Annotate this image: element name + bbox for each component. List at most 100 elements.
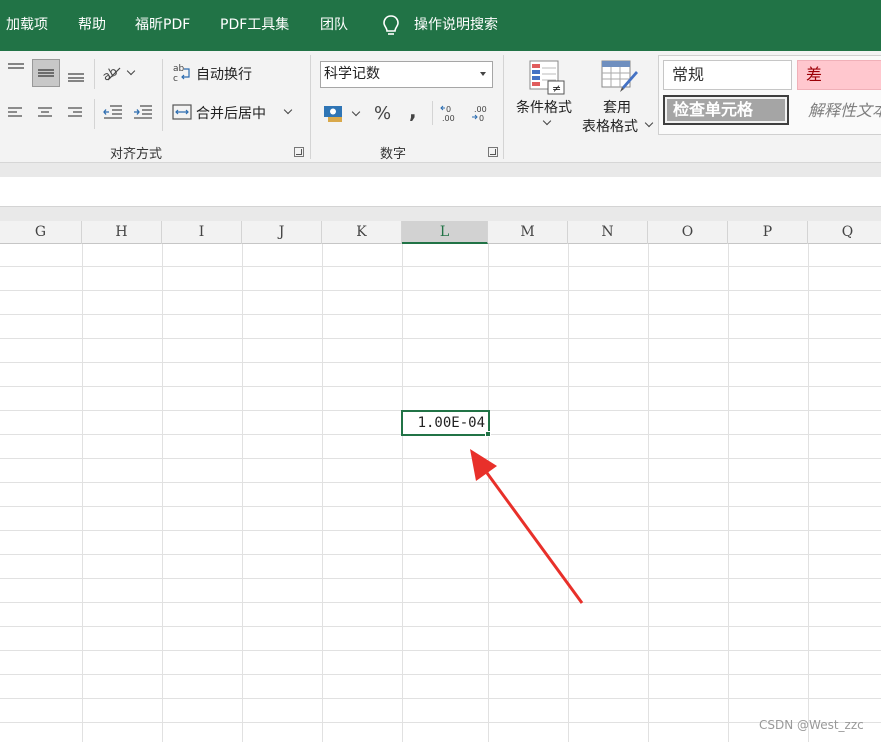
comma-style-button[interactable]: , bbox=[409, 99, 417, 123]
column-headers: G H I J K L M N O P Q bbox=[0, 221, 881, 244]
column-header-n[interactable]: N bbox=[568, 221, 648, 244]
menu-addins[interactable]: 加载项 bbox=[6, 15, 48, 35]
divider bbox=[94, 99, 95, 129]
column-gridline bbox=[488, 244, 489, 742]
lightbulb-icon[interactable] bbox=[380, 14, 402, 38]
conditional-formatting-button[interactable]: 条件格式 bbox=[516, 97, 572, 117]
format-as-table-dropdown-icon[interactable] bbox=[644, 118, 654, 128]
column-header-o[interactable]: O bbox=[648, 221, 728, 244]
column-header-g[interactable]: G bbox=[0, 221, 82, 244]
column-gridline bbox=[322, 244, 323, 742]
merge-center-icon[interactable] bbox=[172, 103, 192, 121]
increase-decimal-icon[interactable]: 0 .00 bbox=[440, 103, 462, 123]
tell-me-search[interactable]: 操作说明搜索 bbox=[414, 15, 498, 35]
column-header-l[interactable]: L bbox=[402, 221, 488, 244]
align-right-icon[interactable] bbox=[66, 105, 84, 119]
wrap-text-button[interactable]: 自动换行 bbox=[196, 64, 252, 84]
orientation-dropdown-icon[interactable] bbox=[126, 66, 136, 76]
menu-team[interactable]: 团队 bbox=[320, 15, 348, 35]
column-header-i[interactable]: I bbox=[162, 221, 242, 244]
merge-center-button[interactable]: 合并后居中 bbox=[196, 103, 266, 123]
row-gridline bbox=[0, 530, 881, 531]
row-gridline bbox=[0, 554, 881, 555]
accounting-dropdown-icon[interactable] bbox=[351, 107, 361, 117]
row-gridline bbox=[0, 386, 881, 387]
ribbon: ab ab c 自动换行 合并后居中 对齐方式 科学记数 % , 0 .00 .… bbox=[0, 51, 881, 163]
svg-text:.00: .00 bbox=[474, 105, 487, 114]
column-header-q[interactable]: Q bbox=[808, 221, 881, 244]
fill-handle[interactable] bbox=[485, 431, 491, 437]
merge-dropdown-icon[interactable] bbox=[283, 105, 293, 115]
column-gridline bbox=[568, 244, 569, 742]
number-dialog-launcher-icon[interactable] bbox=[488, 147, 498, 157]
style-check-cell[interactable]: 检查单元格 bbox=[663, 95, 789, 125]
dropdown-arrow-icon bbox=[480, 72, 486, 76]
svg-text:≠: ≠ bbox=[552, 82, 561, 95]
column-header-m[interactable]: M bbox=[488, 221, 568, 244]
row-gridline bbox=[0, 626, 881, 627]
row-gridline bbox=[0, 506, 881, 507]
format-as-table-icon[interactable] bbox=[600, 57, 640, 93]
column-gridline bbox=[82, 244, 83, 742]
menu-bar: 加载项 帮助 福昕PDF PDF工具集 团队 操作说明搜索 bbox=[0, 0, 881, 51]
watermark: CSDN @West_zzc bbox=[759, 718, 864, 732]
column-gridline bbox=[728, 244, 729, 742]
number-format-value: 科学记数 bbox=[324, 66, 380, 82]
divider bbox=[162, 59, 163, 131]
row-gridline bbox=[0, 698, 881, 699]
wrap-text-icon[interactable]: ab c bbox=[172, 63, 192, 83]
svg-text:ab: ab bbox=[173, 64, 185, 74]
active-cell[interactable]: 1.00E-04 bbox=[401, 410, 490, 436]
decrease-decimal-icon[interactable]: .00 0 bbox=[470, 103, 492, 123]
formula-gap bbox=[0, 207, 881, 221]
decrease-indent-icon[interactable] bbox=[102, 103, 124, 121]
format-as-table-button[interactable]: 表格格式 bbox=[582, 116, 638, 136]
style-normal[interactable]: 常规 bbox=[663, 60, 792, 90]
divider bbox=[432, 101, 433, 125]
align-bottom-icon[interactable] bbox=[66, 65, 86, 83]
svg-text:ab: ab bbox=[102, 64, 120, 83]
alignment-dialog-launcher-icon[interactable] bbox=[294, 147, 304, 157]
conditional-formatting-dropdown-icon[interactable] bbox=[542, 116, 552, 126]
divider bbox=[94, 59, 95, 89]
align-top-icon[interactable] bbox=[6, 61, 26, 77]
divider bbox=[503, 55, 504, 159]
svg-text:0: 0 bbox=[479, 114, 484, 123]
column-gridline bbox=[402, 244, 403, 742]
row-gridline bbox=[0, 602, 881, 603]
svg-text:0: 0 bbox=[446, 105, 451, 114]
increase-indent-icon[interactable] bbox=[132, 103, 154, 121]
column-gridline bbox=[162, 244, 163, 742]
row-gridline bbox=[0, 458, 881, 459]
conditional-formatting-icon[interactable]: ≠ bbox=[528, 59, 566, 95]
formula-bar[interactable] bbox=[0, 177, 881, 207]
number-format-dropdown[interactable]: 科学记数 bbox=[320, 61, 493, 88]
percent-style-button[interactable]: % bbox=[374, 103, 391, 124]
excel-window: 加载项 帮助 福昕PDF PDF工具集 团队 操作说明搜索 ab ab c 自动… bbox=[0, 0, 881, 742]
column-header-p[interactable]: P bbox=[728, 221, 808, 244]
accounting-format-icon[interactable] bbox=[322, 103, 348, 125]
alignment-group-label: 对齐方式 bbox=[110, 147, 163, 162]
column-header-h[interactable]: H bbox=[82, 221, 162, 244]
column-gridline bbox=[648, 244, 649, 742]
column-header-j[interactable]: J bbox=[242, 221, 322, 244]
number-group-label: 数字 bbox=[380, 147, 407, 162]
row-gridline bbox=[0, 722, 881, 723]
orientation-icon[interactable]: ab bbox=[102, 63, 126, 83]
worksheet-grid[interactable]: 1.00E-04 bbox=[0, 244, 881, 742]
align-center-icon[interactable] bbox=[36, 105, 54, 119]
format-as-table-label-top[interactable]: 套用 bbox=[603, 97, 631, 117]
style-explanatory-text[interactable]: 解释性文本 bbox=[800, 97, 881, 127]
menu-foxit-pdf[interactable]: 福昕PDF bbox=[135, 15, 190, 35]
ribbon-gap bbox=[0, 163, 881, 177]
row-gridline bbox=[0, 290, 881, 291]
menu-help[interactable]: 帮助 bbox=[78, 15, 106, 35]
align-left-icon[interactable] bbox=[6, 105, 24, 119]
svg-text:c: c bbox=[173, 74, 178, 83]
column-gridline bbox=[242, 244, 243, 742]
row-gridline bbox=[0, 650, 881, 651]
style-bad[interactable]: 差 bbox=[797, 60, 881, 90]
column-header-k[interactable]: K bbox=[322, 221, 402, 244]
menu-pdf-tools[interactable]: PDF工具集 bbox=[220, 15, 289, 35]
align-middle-button[interactable] bbox=[32, 59, 60, 87]
